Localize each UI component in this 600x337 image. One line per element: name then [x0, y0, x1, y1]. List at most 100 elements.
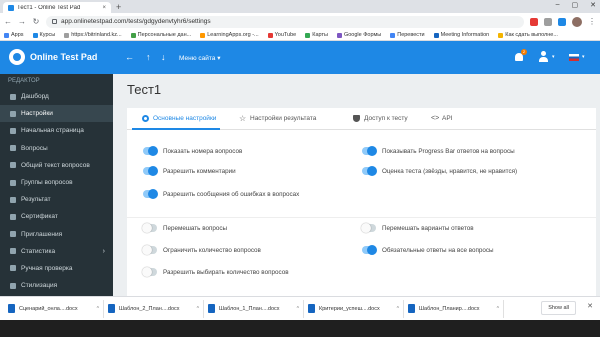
forward-arrow-icon[interactable]: →	[18, 17, 26, 26]
sidebar-item[interactable]: Стилизация	[0, 277, 113, 294]
sidebar-item-icon	[10, 282, 16, 289]
new-tab-button[interactable]: +	[116, 2, 121, 12]
download-item[interactable]: Шаблон_2_План....docx ^	[104, 299, 204, 318]
logo-icon[interactable]	[9, 49, 25, 65]
sidebar-item[interactable]: Приглашения	[0, 226, 113, 243]
browser-tab[interactable]: Тест1 - Online Test Pad ×	[3, 2, 111, 13]
back-arrow-icon[interactable]: ←	[4, 17, 12, 26]
sidebar-item[interactable]: Статистика ›	[0, 243, 113, 260]
arrow-down-icon[interactable]: ↓	[161, 52, 166, 62]
brand-name[interactable]: Online Test Pad	[30, 52, 97, 62]
arrow-up-icon[interactable]: ↑	[146, 52, 151, 62]
close-icon[interactable]: ✕	[587, 302, 593, 310]
url-field[interactable]: app.onlinetestpad.com/tests/gdgydenvtyhr…	[46, 15, 524, 28]
sidebar-item[interactable]: Общий текст вопросов	[0, 157, 113, 174]
setting-option: Оценка теста (звёзды, нравится, не нрави…	[362, 166, 518, 176]
download-item[interactable]: Сценарий_онла....docx ^	[4, 299, 104, 318]
extension-icon[interactable]	[530, 17, 538, 26]
sidebar-item-icon	[10, 265, 16, 272]
browser-tab-title: Тест1 - Online Test Pad	[17, 4, 81, 11]
bookmark-label: Как сдать выполне...	[505, 32, 558, 38]
bookmark-item[interactable]: Apps	[4, 32, 24, 38]
sidebar-item[interactable]: Результат	[0, 191, 113, 208]
tab-access[interactable]: Доступ к тесту	[353, 115, 408, 122]
toggle-switch[interactable]	[362, 146, 377, 156]
setting-option: Обязательные ответы на все вопросы	[362, 245, 494, 255]
bookmark-item[interactable]: Карты	[305, 32, 328, 38]
chevron-down-icon[interactable]: ▾	[582, 54, 585, 60]
os-taskbar	[0, 320, 600, 337]
sidebar-item[interactable]: Вопросы	[0, 140, 113, 157]
chevron-up-icon[interactable]: ^	[297, 306, 299, 312]
toggle-switch[interactable]	[361, 223, 376, 233]
tab-api[interactable]: <> API	[431, 115, 452, 122]
bookmark-label: Персональные дан...	[137, 32, 192, 38]
site-menu-dropdown[interactable]: Меню сайта ▾	[179, 54, 220, 62]
download-label: Шаблон_2_План....docx	[119, 305, 180, 312]
toggle-switch[interactable]	[143, 146, 158, 156]
more-menu-icon[interactable]: ⋮	[588, 17, 596, 26]
profile-avatar[interactable]	[572, 16, 582, 27]
toggle-switch[interactable]	[142, 223, 157, 233]
bookmark-icon	[200, 32, 206, 38]
toggle-switch[interactable]	[362, 166, 377, 176]
settings-card: Основные настройки ☆ Настройки результат…	[127, 108, 596, 296]
sidebar-item[interactable]: Настройки	[0, 105, 113, 123]
bookmark-item[interactable]: Google Формы	[336, 32, 381, 38]
setting-label: Разрешить комментарии	[163, 167, 236, 175]
bookmark-item[interactable]: Курсы	[32, 32, 55, 38]
maximize-button[interactable]: ▢	[572, 1, 579, 9]
sidebar-item[interactable]: Начальная страница	[0, 122, 113, 139]
show-all-button[interactable]: Show all	[541, 301, 576, 315]
tab-close-icon[interactable]: ×	[102, 5, 106, 11]
user-icon[interactable]	[538, 51, 548, 62]
sidebar-item[interactable]: Сертификат	[0, 208, 113, 225]
shield-icon	[353, 115, 360, 122]
chevron-down-icon[interactable]: ▾	[552, 54, 555, 60]
sidebar-item[interactable]: Ручная проверка	[0, 260, 113, 277]
sidebar-item-icon	[10, 196, 16, 203]
toggle-switch[interactable]	[362, 245, 377, 255]
toggle-switch[interactable]	[143, 189, 158, 199]
reload-icon[interactable]: ↻	[32, 17, 40, 26]
download-item[interactable]: Шаблон_1_План....docx ^	[204, 299, 304, 318]
sidebar-item[interactable]: Группы вопросов	[0, 174, 113, 191]
setting-label: Перемешать варианты ответов	[382, 224, 474, 232]
toggle-switch[interactable]	[143, 166, 158, 176]
tab-result-settings[interactable]: ☆ Настройки результата	[239, 115, 317, 123]
extension-icon[interactable]	[558, 17, 566, 26]
sidebar-item-icon	[10, 231, 16, 238]
sidebar-item[interactable]: Дашборд	[0, 88, 113, 105]
download-item[interactable]: Критерии_успеш....docx ^	[304, 299, 404, 318]
download-item[interactable]: Шаблон_Планир....docx ^	[404, 299, 504, 318]
bookmark-icon	[64, 32, 70, 38]
extension-icon[interactable]	[544, 17, 552, 26]
tab-basic-settings[interactable]: Основные настройки	[142, 115, 216, 122]
bookmark-item[interactable]: Как сдать выполне...	[498, 32, 558, 38]
setting-label: Оценка теста (звёзды, нравится, не нрави…	[382, 167, 518, 175]
minimize-button[interactable]: –	[556, 1, 560, 9]
bookmark-item[interactable]: YouTube	[267, 32, 296, 38]
chevron-up-icon[interactable]: ^	[497, 306, 499, 312]
download-label: Критерии_успеш....docx	[319, 305, 380, 312]
flag-icon[interactable]	[569, 54, 579, 61]
bookmark-icon	[390, 32, 396, 38]
tab-label: Настройки результата	[250, 115, 317, 122]
bookmark-item[interactable]: LearningApps.org -...	[200, 32, 259, 38]
bookmark-item[interactable]: Meeting Information	[433, 32, 489, 38]
chevron-up-icon[interactable]: ^	[397, 306, 399, 312]
chevron-up-icon[interactable]: ^	[197, 306, 199, 312]
bookmark-item[interactable]: Персональные дан...	[130, 32, 192, 38]
bookmark-item[interactable]: https://bitrinland.kz...	[64, 32, 122, 38]
toggle-switch[interactable]	[142, 267, 157, 277]
bookmark-icon	[498, 32, 504, 38]
setting-label: Разрешить сообщения об ошибках в вопроса…	[163, 190, 300, 198]
setting-label: Перемешать вопросы	[163, 224, 228, 232]
back-arrow-icon[interactable]: ←	[125, 52, 134, 62]
setting-option: Перемешать вопросы	[142, 223, 228, 233]
close-window-button[interactable]: ✕	[590, 1, 596, 9]
sidebar-item-icon	[10, 248, 16, 255]
bookmark-item[interactable]: Перевести	[390, 32, 425, 38]
chevron-up-icon[interactable]: ^	[97, 306, 99, 312]
toggle-switch[interactable]	[142, 245, 157, 255]
